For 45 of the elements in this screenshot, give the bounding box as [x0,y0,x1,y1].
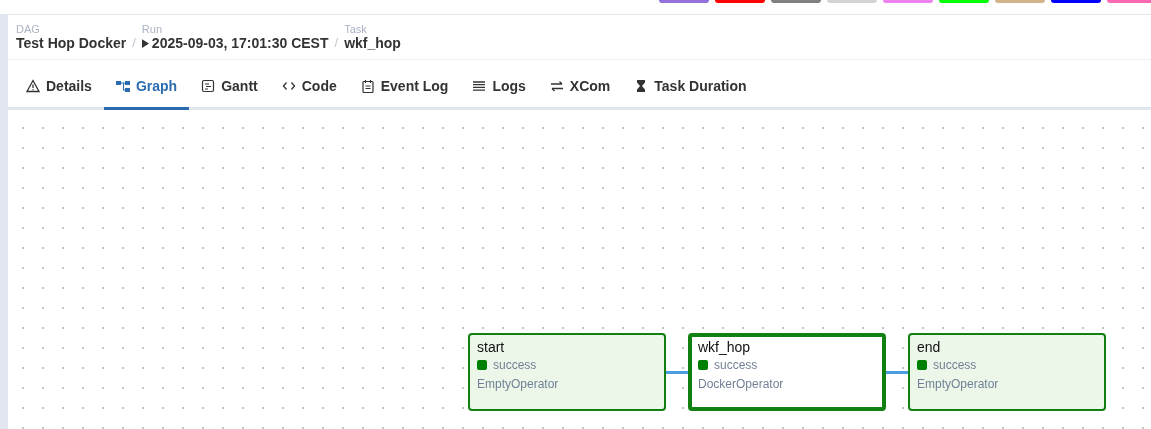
task-name: end [917,338,941,356]
task-state: success [714,357,758,374]
state-legend-chip[interactable] [939,0,989,3]
task-node[interactable]: start success EmptyOperator [468,333,666,411]
graph-icon [115,79,130,93]
edge-line [886,371,908,374]
state-legend-chip[interactable] [1051,0,1101,3]
state-legend-chip[interactable] [771,0,821,3]
breadcrumb-link[interactable]: wkf_hop [344,35,401,51]
calendar-icon [360,79,375,93]
list-icon [472,79,487,93]
operator-name: EmptyOperator [917,376,999,393]
tab[interactable]: Details [14,65,104,110]
arrows-icon [549,79,564,93]
play-icon [141,38,149,48]
task-state: success [933,357,977,374]
breadcrumb-link[interactable]: Test Hop Docker [16,35,127,51]
breadcrumb-separator: / [132,35,136,51]
task-node[interactable]: end success EmptyOperator [908,333,1106,411]
operator-name: EmptyOperator [477,376,559,393]
state-legend-chip[interactable] [827,0,877,3]
breadcrumb-link[interactable]: 2025-09-03, 17:01:30 CEST [151,35,329,51]
state-legend-chip[interactable] [659,0,709,3]
edge-line [666,371,688,374]
state-legend-chip[interactable] [995,0,1045,3]
tab[interactable]: Code [269,65,349,110]
tab[interactable]: Task Duration [622,65,759,110]
task-name: wkf_hop [698,338,751,356]
state-legend-chip[interactable] [715,0,765,3]
operator-name: DockerOperator [698,376,784,393]
tab[interactable]: Logs [460,65,538,110]
breadcrumb-label: Run [141,23,164,35]
tab[interactable]: XCom [537,65,623,110]
task-state: success [493,357,537,374]
task-node[interactable]: wkf_hop success DockerOperator [688,333,886,411]
state-legend-chip[interactable] [1107,0,1151,3]
tab[interactable]: Gantt [189,65,270,110]
chart-icon [201,79,216,93]
breadcrumb-label: DAG [16,23,41,35]
warning-icon [26,79,40,93]
task-name: start [477,338,505,356]
state-legend-chip[interactable] [883,0,933,3]
breadcrumb-label: Task [344,23,368,35]
breadcrumb-separator: / [334,35,339,51]
tab[interactable]: Event Log [348,65,461,110]
